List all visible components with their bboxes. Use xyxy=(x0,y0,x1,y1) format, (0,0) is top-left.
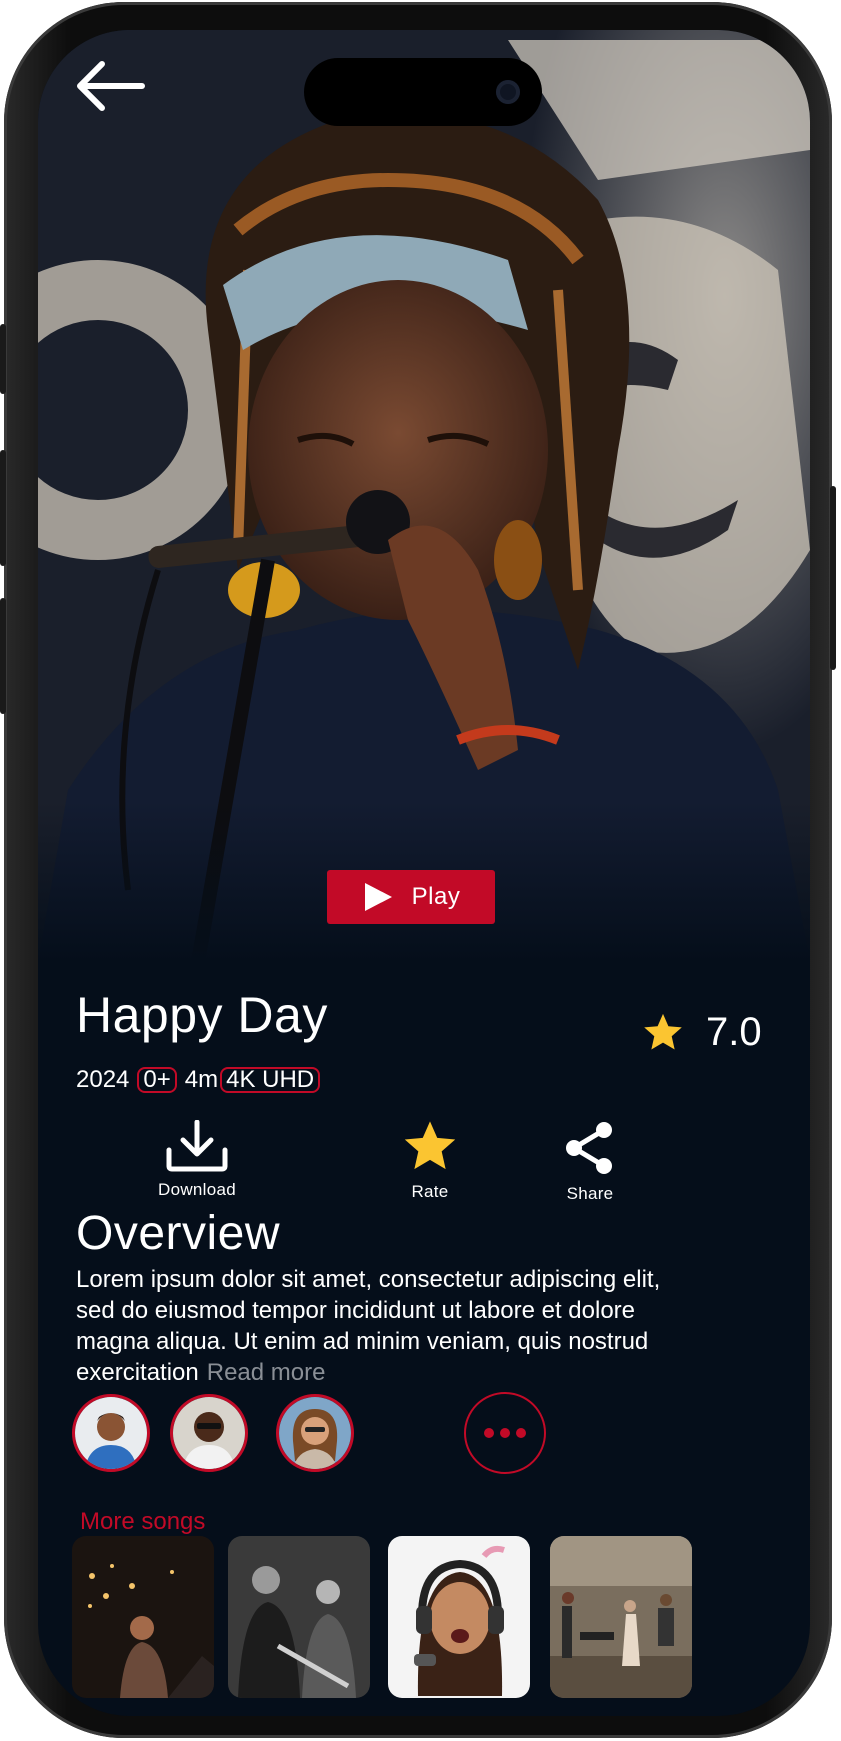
more-cast-button[interactable] xyxy=(464,1392,546,1474)
song-thumbnail[interactable] xyxy=(72,1536,214,1698)
song-thumbnail[interactable] xyxy=(550,1536,692,1698)
side-button-volume-down xyxy=(0,598,6,714)
share-label: Share xyxy=(566,1184,614,1203)
dynamic-island xyxy=(304,58,542,126)
release-year: 2024 xyxy=(76,1066,130,1093)
download-icon xyxy=(166,1120,228,1172)
song-thumbnail-image xyxy=(388,1536,530,1698)
camera-icon xyxy=(496,80,520,104)
rating-value: 7.0 xyxy=(706,1010,762,1054)
song-meta: 2024 0+ 4m 4K UHD xyxy=(76,1066,328,1094)
hero-image xyxy=(38,30,810,962)
duration: 4m xyxy=(184,1066,219,1093)
cast-avatar[interactable] xyxy=(170,1394,248,1472)
phone-frame: Play Happy Day 7.0 2024 0+ 4m 4K UHD Dow… xyxy=(0,2,836,1738)
more-dots-icon xyxy=(484,1428,494,1438)
song-thumbnail-image xyxy=(550,1536,692,1698)
play-button[interactable]: Play xyxy=(327,870,495,924)
cast-avatar[interactable] xyxy=(72,1394,150,1472)
rate-label: Rate xyxy=(411,1182,449,1201)
age-rating-badge: 0+ xyxy=(137,1067,177,1093)
side-button-power xyxy=(830,486,836,670)
more-dots-icon xyxy=(516,1428,526,1438)
quality-badge: 4K UHD xyxy=(220,1067,321,1093)
more-songs-label[interactable]: More songs xyxy=(80,1508,205,1536)
song-thumbnail[interactable] xyxy=(388,1536,530,1698)
app-screen: Play Happy Day 7.0 2024 0+ 4m 4K UHD Dow… xyxy=(38,30,810,1716)
song-thumbnail-image xyxy=(228,1536,370,1698)
share-icon xyxy=(566,1122,612,1174)
side-button-action xyxy=(0,324,6,394)
cast-avatar[interactable] xyxy=(276,1394,354,1472)
overview-text: Lorem ipsum dolor sit amet, consectetur … xyxy=(76,1264,676,1388)
back-button[interactable] xyxy=(74,60,154,120)
avatar xyxy=(279,1397,351,1469)
avatar xyxy=(75,1397,147,1469)
download-button[interactable]: Download xyxy=(158,1120,236,1200)
download-label: Download xyxy=(158,1180,237,1199)
read-more-link[interactable]: Read more xyxy=(207,1359,326,1386)
arrow-left-icon xyxy=(77,61,145,111)
rate-button[interactable]: Rate xyxy=(402,1120,458,1202)
avatar xyxy=(173,1397,245,1469)
more-dots-icon xyxy=(500,1428,510,1438)
rating-display: 7.0 xyxy=(642,1010,762,1055)
play-label: Play xyxy=(411,883,461,910)
star-icon xyxy=(644,1013,682,1050)
side-button-volume-up xyxy=(0,450,6,566)
song-title: Happy Day xyxy=(76,987,328,1043)
song-thumbnail-image xyxy=(72,1536,214,1698)
overview-heading: Overview xyxy=(76,1207,281,1260)
star-icon xyxy=(404,1121,456,1170)
overview-body: Lorem ipsum dolor sit amet, consectetur … xyxy=(76,1266,661,1386)
play-triangle-icon xyxy=(364,883,392,911)
song-thumbnail[interactable] xyxy=(228,1536,370,1698)
share-button[interactable]: Share xyxy=(562,1120,618,1204)
